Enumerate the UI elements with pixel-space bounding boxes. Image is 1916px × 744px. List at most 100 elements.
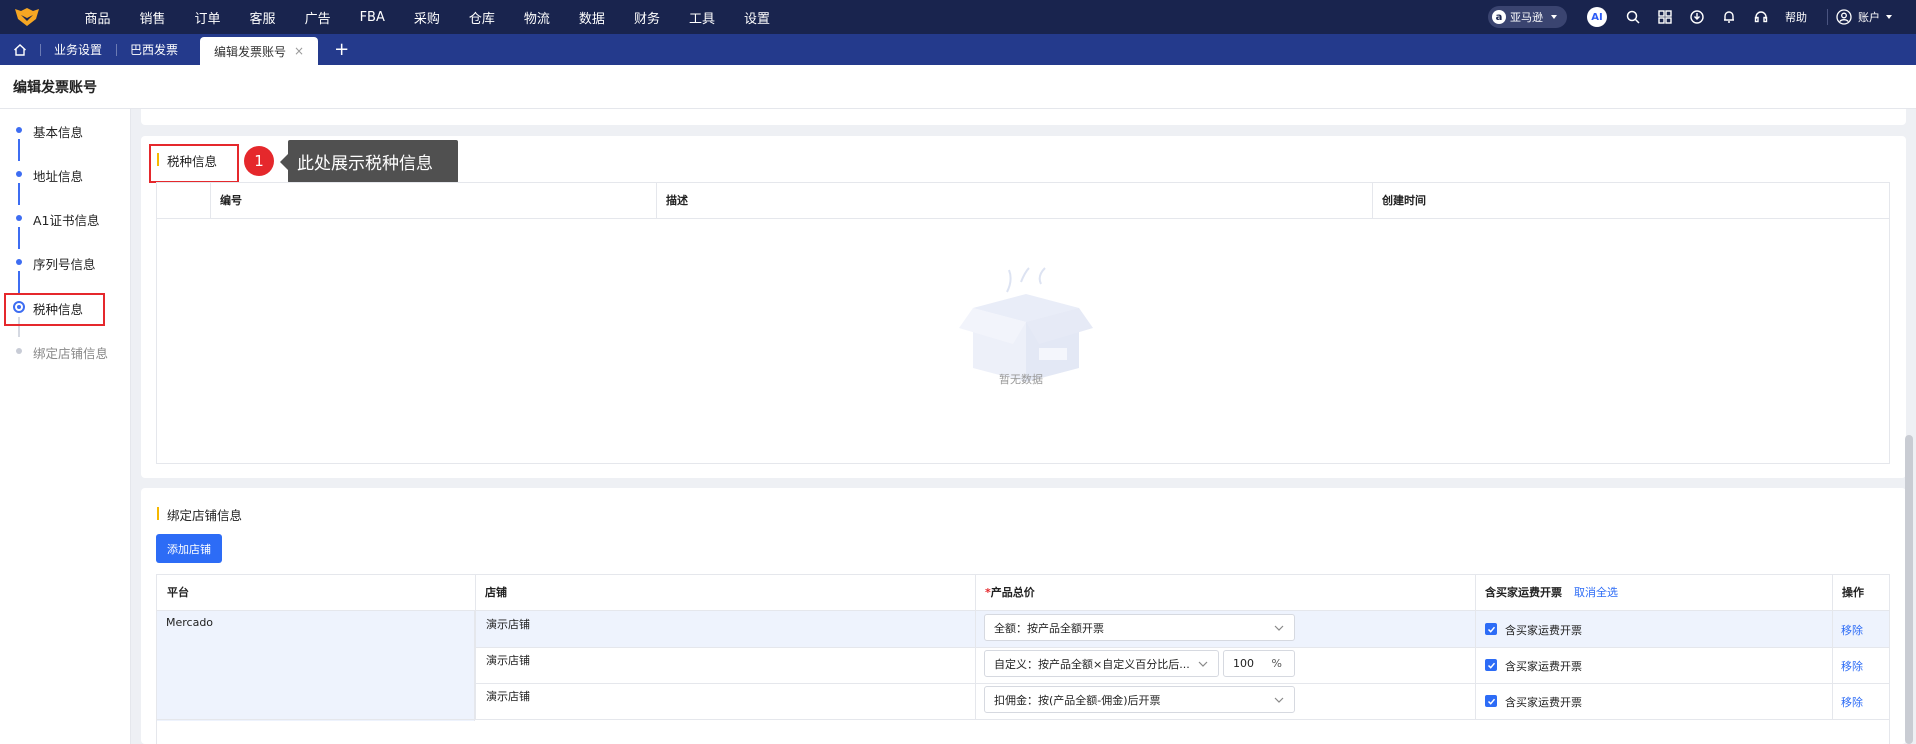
- step-serial-info[interactable]: 序列号信息: [0, 252, 131, 272]
- tab-edit-invoice-account[interactable]: 编辑发票账号 ×: [200, 37, 319, 65]
- add-tab-button[interactable]: +: [334, 34, 349, 65]
- scrollbar[interactable]: [1905, 435, 1913, 744]
- home-tab[interactable]: [0, 34, 40, 65]
- column-label: 含买家运费开票: [1485, 586, 1562, 599]
- search-icon[interactable]: [1617, 0, 1649, 34]
- nav-item-finance[interactable]: 财务: [634, 8, 660, 27]
- remove-link[interactable]: 移除: [1841, 694, 1863, 710]
- close-icon[interactable]: ×: [294, 44, 304, 58]
- account-menu[interactable]: 账户: [1836, 9, 1894, 25]
- step-connector: [18, 271, 20, 293]
- step-dot: [16, 215, 22, 221]
- step-connector: [18, 183, 20, 205]
- step-label: 序列号信息: [33, 257, 96, 272]
- table-header-cell: 编号: [210, 183, 656, 219]
- nav-item-ads[interactable]: 广告: [305, 8, 331, 27]
- page-title: 编辑发票账号: [0, 65, 1916, 109]
- nav-item-fba[interactable]: FBA: [360, 10, 385, 25]
- percent-unit: %: [1271, 657, 1282, 670]
- nav-item-warehouse[interactable]: 仓库: [469, 8, 495, 27]
- price-mode-select[interactable]: 全额：按产品全额开票: [984, 614, 1295, 641]
- help-link[interactable]: 帮助: [1785, 9, 1807, 25]
- empty-text: 暂无数据: [999, 373, 1043, 386]
- bell-icon[interactable]: [1713, 0, 1745, 34]
- shipping-checkbox[interactable]: [1485, 695, 1497, 707]
- ai-icon[interactable]: AI: [1587, 7, 1607, 27]
- chevron-down-icon: [1274, 697, 1284, 703]
- price-mode-select[interactable]: 扣佣金：按(产品全额-佣金)后开票: [984, 686, 1295, 713]
- step-a1-cert-info[interactable]: A1证书信息: [0, 208, 131, 228]
- deselect-all-link[interactable]: 取消全选: [1574, 586, 1618, 599]
- nav-item-logistics[interactable]: 物流: [524, 8, 550, 27]
- nav-item-data[interactable]: 数据: [579, 8, 605, 27]
- download-icon[interactable]: [1681, 0, 1713, 34]
- section-title: 绑定店铺信息: [157, 505, 242, 524]
- nav-item-tools[interactable]: 工具: [689, 8, 715, 27]
- select-value: 扣佣金：按(产品全额-佣金)后开票: [994, 693, 1161, 707]
- remove-link[interactable]: 移除: [1841, 622, 1863, 638]
- remove-link[interactable]: 移除: [1841, 658, 1863, 674]
- tab-brazil-invoice[interactable]: 巴西发票: [116, 34, 192, 65]
- annotation-badge: 1: [244, 146, 274, 176]
- platform-switcher[interactable]: a 亚马逊: [1488, 6, 1567, 28]
- tab-business-settings[interactable]: 业务设置: [40, 34, 116, 65]
- nav-item-settings[interactable]: 设置: [744, 8, 770, 27]
- nav-item-goods[interactable]: 商品: [85, 8, 111, 27]
- apps-icon[interactable]: [1649, 0, 1681, 34]
- table-header-cell: 平台: [157, 575, 475, 611]
- account-label: 账户: [1858, 11, 1880, 24]
- check-icon: [1487, 626, 1495, 633]
- percent-value: 100: [1233, 657, 1254, 670]
- table-header-cell: 含买家运费开票 取消全选: [1475, 575, 1832, 611]
- shop-name: 演示店铺: [486, 654, 530, 667]
- top-nav: 商品 销售 订单 客服 广告 FBA 采购 仓库 物流 数据 财务 工具 设置 …: [0, 0, 1916, 34]
- percent-input[interactable]: 100 %: [1223, 650, 1295, 677]
- column-divider: [656, 183, 657, 219]
- tab-bar: 业务设置 巴西发票 编辑发票账号 × +: [0, 34, 1916, 65]
- caret-down-icon: [1886, 15, 1892, 19]
- step-bind-shop-info[interactable]: 绑定店铺信息: [0, 341, 131, 361]
- check-icon: [1487, 662, 1495, 669]
- table-header-cell: 操作: [1832, 575, 1889, 611]
- tab-label: 编辑发票账号: [214, 44, 287, 59]
- home-icon: [14, 43, 26, 56]
- column-divider: [1372, 183, 1373, 219]
- add-shop-button[interactable]: 添加店铺: [156, 534, 222, 563]
- shipping-label: 含买家运费开票: [1505, 696, 1582, 709]
- chevron-down-icon: [1198, 661, 1208, 667]
- step-basic-info[interactable]: 基本信息: [0, 120, 131, 140]
- check-icon: [1487, 698, 1495, 705]
- select-value: 全额：按产品全额开票: [994, 621, 1104, 635]
- nav-item-service[interactable]: 客服: [250, 8, 276, 27]
- shipping-checkbox[interactable]: [1485, 623, 1497, 635]
- step-label: 地址信息: [33, 169, 84, 184]
- tab-label: 业务设置: [54, 43, 103, 57]
- previous-card: [141, 109, 1906, 125]
- nav-item-orders[interactable]: 订单: [195, 8, 221, 27]
- step-dot: [16, 127, 22, 133]
- table-header-cell: 店铺: [475, 575, 975, 611]
- empty-box-icon: [959, 267, 1093, 382]
- column-divider: [975, 575, 976, 720]
- column-divider: [1832, 575, 1833, 720]
- nav-item-purchase[interactable]: 采购: [414, 8, 440, 27]
- headset-icon[interactable]: [1745, 0, 1777, 34]
- shipping-checkbox[interactable]: [1485, 659, 1497, 671]
- price-mode-select[interactable]: 自定义：按产品全额×自定义百分比后...: [984, 650, 1219, 677]
- logo-icon[interactable]: [14, 7, 40, 27]
- tab-label: 巴西发票: [130, 43, 179, 57]
- step-address-info[interactable]: 地址信息: [0, 164, 131, 184]
- user-icon: [1836, 9, 1852, 25]
- nav-item-sales[interactable]: 销售: [140, 8, 166, 27]
- step-sidebar: 基本信息 地址信息 A1证书信息 序列号信息 税种信息 绑定店铺信息: [0, 109, 131, 744]
- divider: [1827, 9, 1828, 25]
- caret-down-icon: [1551, 15, 1557, 19]
- shop-name: 演示店铺: [486, 690, 530, 703]
- amazon-icon: a: [1492, 10, 1506, 24]
- shop-name: 演示店铺: [486, 618, 530, 631]
- table-header-cell: [157, 183, 210, 219]
- step-label: A1证书信息: [33, 213, 100, 228]
- nav-right: a 亚马逊 AI 帮助 账户: [1488, 0, 1916, 34]
- table-header-cell: 创建时间: [1372, 183, 1889, 219]
- chevron-down-icon: [1274, 625, 1284, 631]
